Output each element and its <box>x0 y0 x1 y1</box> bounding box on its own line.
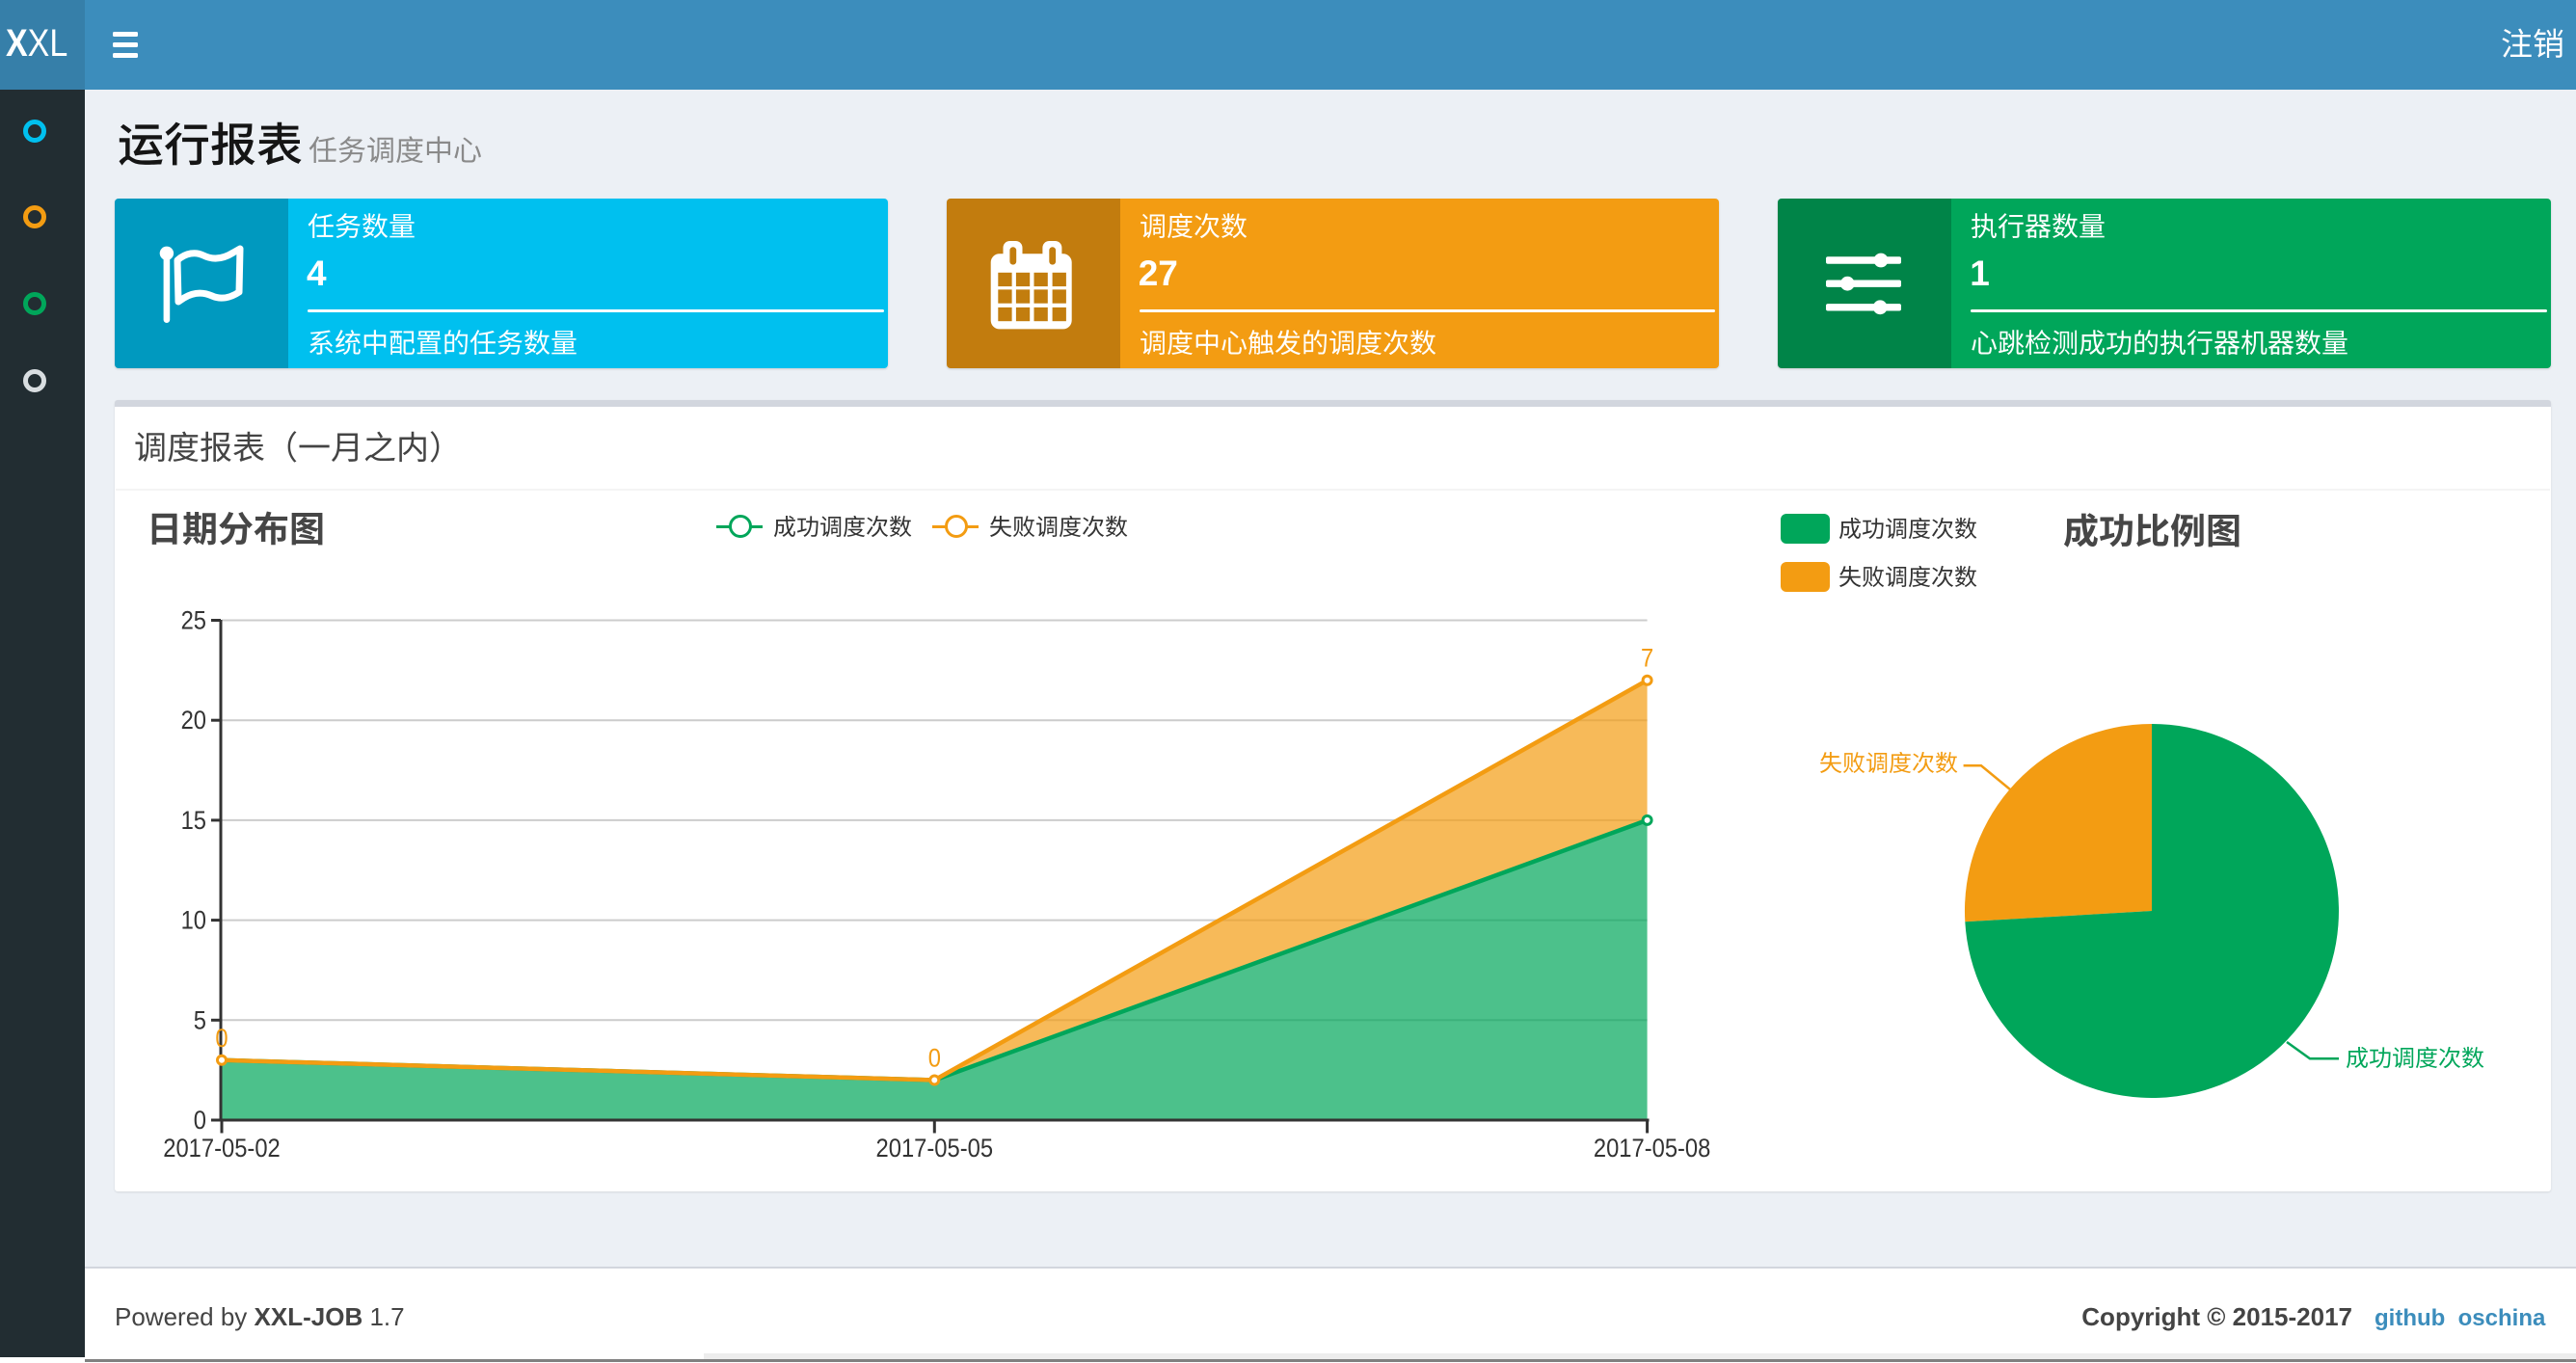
svg-text:20: 20 <box>181 707 206 735</box>
svg-text:2017-05-08: 2017-05-08 <box>1594 1135 1710 1163</box>
svg-text:0: 0 <box>215 1024 228 1053</box>
svg-text:5: 5 <box>194 1006 206 1035</box>
svg-text:2017-05-02: 2017-05-02 <box>163 1135 280 1163</box>
svg-text:0: 0 <box>928 1044 941 1073</box>
svg-text:7: 7 <box>1641 644 1653 673</box>
svg-text:10: 10 <box>181 906 206 935</box>
svg-text:15: 15 <box>181 807 206 836</box>
svg-text:2017-05-05: 2017-05-05 <box>876 1135 993 1163</box>
svg-text:0: 0 <box>194 1107 206 1136</box>
svg-text:25: 25 <box>181 606 206 635</box>
